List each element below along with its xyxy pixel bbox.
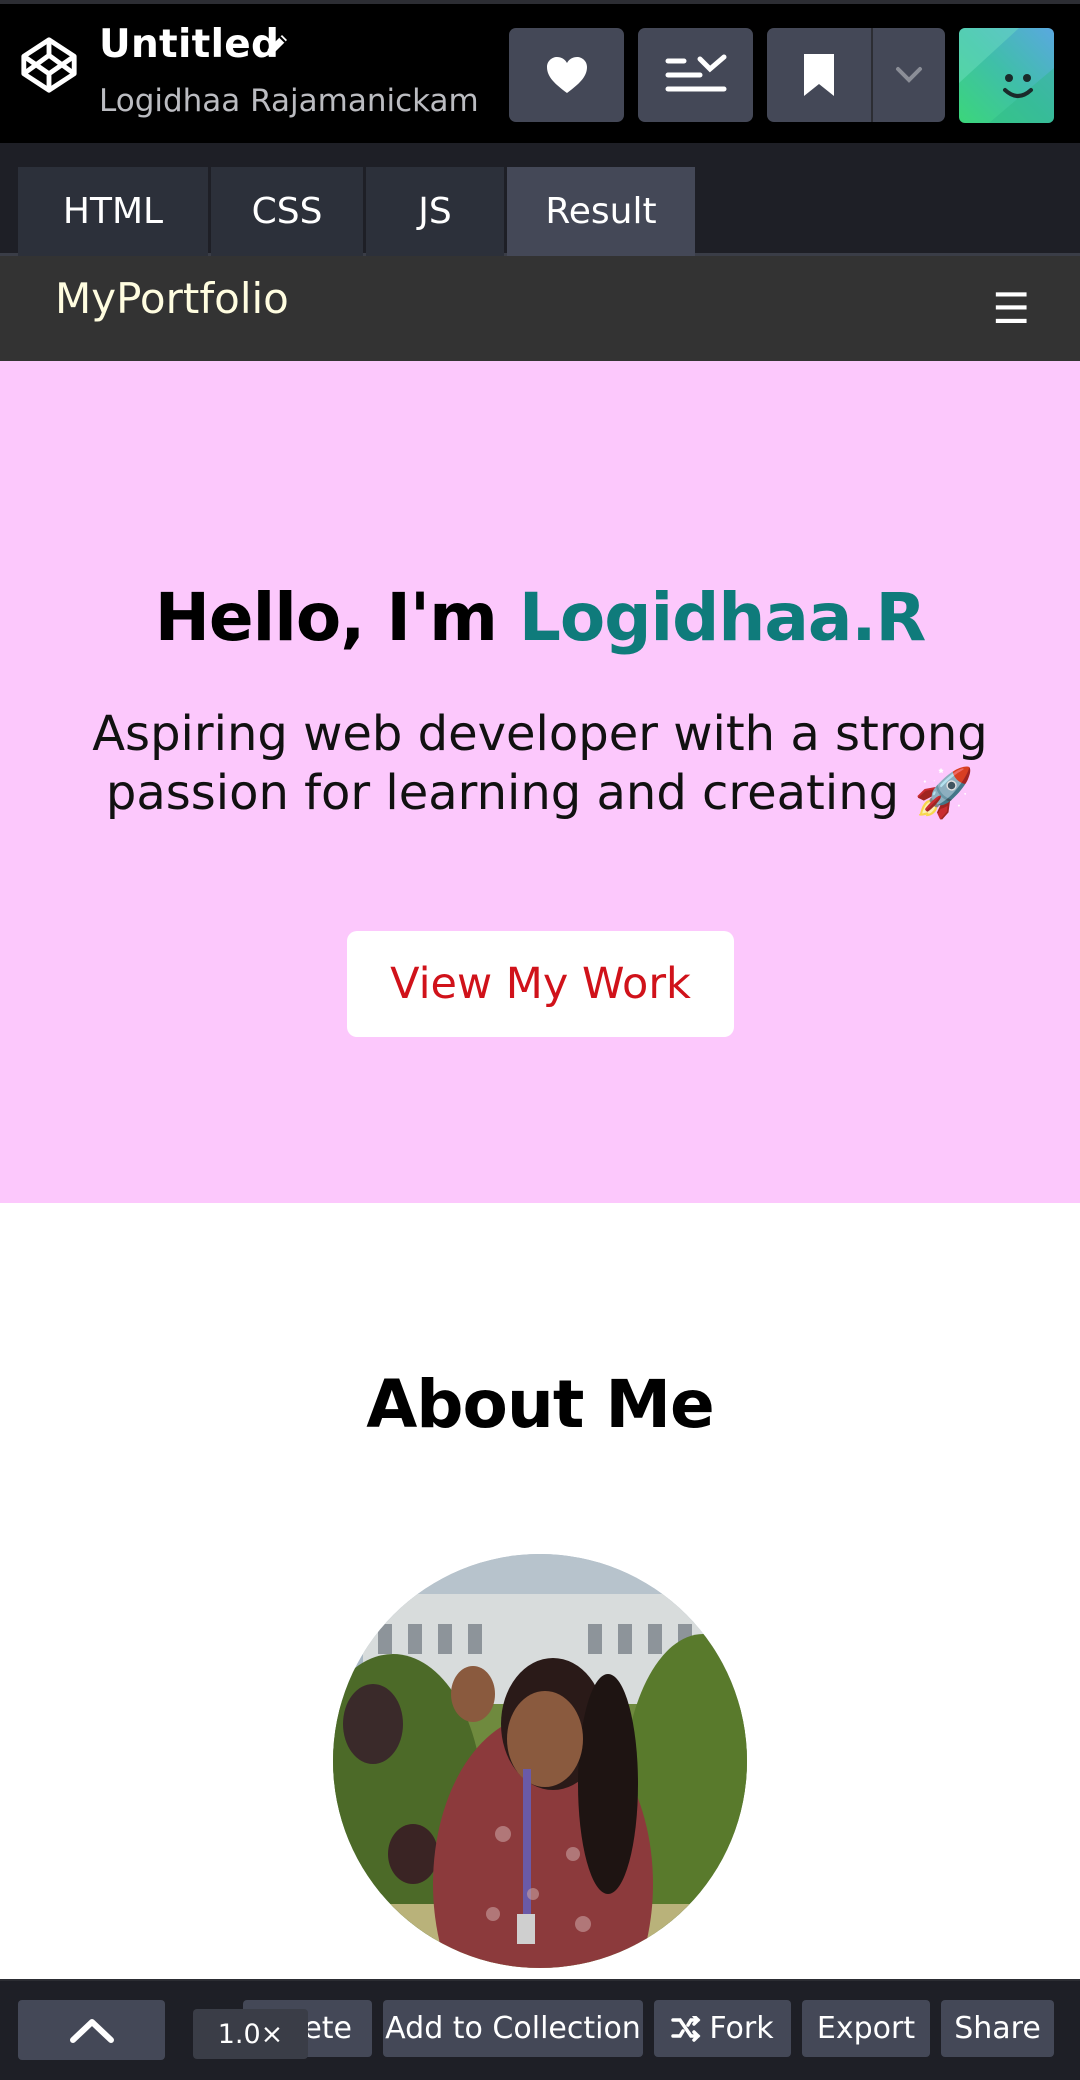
- hero-greeting: Hello, I'm: [154, 579, 519, 656]
- fork-label: Fork: [709, 2011, 774, 2046]
- editor-header: Untitled Logidhaa Rajamanickam: [0, 0, 1080, 143]
- layout-settings-button[interactable]: [638, 28, 753, 122]
- fork-button[interactable]: Fork: [654, 2000, 791, 2057]
- pen-title[interactable]: Untitled: [99, 22, 279, 67]
- layout-sort-icon: [665, 54, 726, 92]
- user-avatar[interactable]: [959, 28, 1054, 123]
- result-preview: MyPortfolio ☰ Hello, I'm Logidhaa.R Aspi…: [0, 256, 1080, 1979]
- chevron-down-icon: [896, 67, 922, 83]
- editor-tabs: HTML CSS JS Result: [0, 143, 1080, 256]
- codepen-logo-icon[interactable]: [18, 34, 80, 96]
- tab-js[interactable]: JS: [366, 167, 504, 256]
- tab-html[interactable]: HTML: [18, 167, 208, 256]
- avatar-smiley-icon: [959, 28, 1054, 123]
- fork-icon: [671, 2015, 701, 2042]
- bookmark-icon: [804, 54, 834, 96]
- export-button[interactable]: Export: [802, 2000, 930, 2057]
- bookmark-button-group: [767, 28, 945, 122]
- pencil-edit-icon[interactable]: [260, 30, 292, 62]
- share-button[interactable]: Share: [941, 2000, 1054, 2057]
- hero-section: Hello, I'm Logidhaa.R Aspiring web devel…: [0, 361, 1080, 1203]
- bookmark-button[interactable]: [767, 28, 871, 122]
- hero-subtitle: Aspiring web developer with a strong pas…: [92, 706, 988, 821]
- toggle-console-button[interactable]: [18, 2000, 165, 2060]
- add-to-collection-button[interactable]: Add to Collection: [383, 2000, 643, 2057]
- profile-photo-image: [333, 1554, 747, 1968]
- heart-icon: [546, 57, 587, 93]
- hamburger-menu-icon[interactable]: ☰: [992, 284, 1030, 333]
- profile-photo: [333, 1554, 747, 1968]
- tab-result[interactable]: Result: [507, 167, 695, 256]
- about-title: About Me: [366, 1366, 715, 1443]
- site-navbar: MyPortfolio ☰: [0, 256, 1080, 361]
- site-brand[interactable]: MyPortfolio: [55, 274, 289, 323]
- hero-name: Logidhaa.R: [518, 579, 926, 656]
- bookmark-dropdown-button[interactable]: [873, 28, 945, 122]
- pen-author[interactable]: Logidhaa Rajamanickam: [99, 83, 479, 119]
- like-button[interactable]: [509, 28, 624, 122]
- hero-title: Hello, I'm Logidhaa.R: [0, 579, 1080, 656]
- zoom-level[interactable]: 1.0×: [193, 2009, 308, 2059]
- view-work-button[interactable]: View My Work: [347, 931, 734, 1037]
- chevron-up-icon: [69, 2019, 114, 2043]
- editor-footer: ete 1.0× Add to Collection Fork Export S…: [0, 1979, 1080, 2080]
- tab-css[interactable]: CSS: [211, 167, 363, 256]
